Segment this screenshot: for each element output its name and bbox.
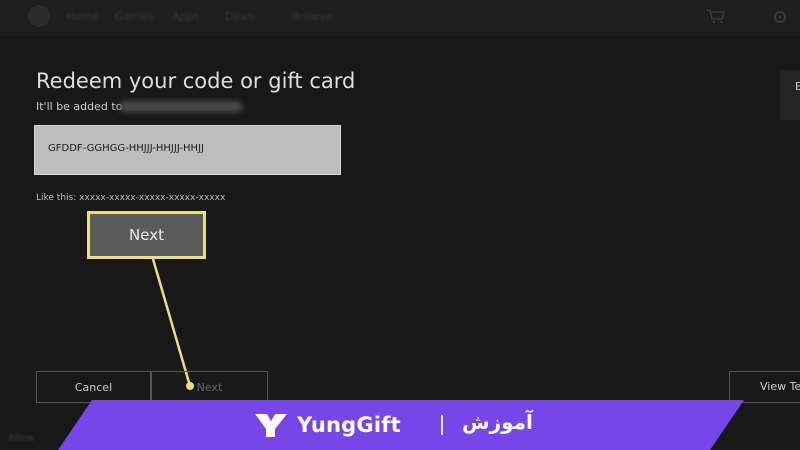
settings-icon[interactable] bbox=[770, 8, 790, 26]
nav-item-apps[interactable]: Apps bbox=[172, 10, 199, 23]
cart-icon[interactable] bbox=[706, 8, 726, 24]
top-nav-bar: Home Games Apps Deals Browse bbox=[0, 0, 800, 36]
controller-hint: Allow bbox=[8, 433, 35, 444]
banner-label: آموزش bbox=[462, 410, 533, 434]
nav-item-games[interactable]: Games bbox=[115, 10, 153, 23]
xbox-logo-icon[interactable] bbox=[28, 5, 50, 27]
next-button-highlighted[interactable]: Next bbox=[87, 211, 206, 259]
banner-divider bbox=[441, 415, 443, 435]
yunggift-banner bbox=[58, 400, 744, 450]
view-terms-button[interactable]: View Ter bbox=[729, 371, 800, 403]
code-input[interactable] bbox=[48, 143, 328, 154]
code-format-hint: Like this: xxxxx-xxxxx-xxxxx-xxxxx-xxxxx bbox=[36, 193, 226, 203]
brand-name: YungGift bbox=[297, 413, 401, 437]
cancel-button[interactable]: Cancel bbox=[36, 371, 151, 403]
blurred-account-name bbox=[120, 101, 242, 112]
side-panel-text: E bbox=[795, 80, 800, 93]
side-panel-edge bbox=[780, 70, 800, 120]
nav-item-home[interactable]: Home bbox=[66, 10, 98, 23]
nav-item-deals[interactable]: Deals bbox=[225, 10, 256, 23]
brand: YungGift bbox=[253, 408, 401, 442]
page-title: Redeem your code or gift card bbox=[36, 69, 356, 93]
code-input-box[interactable] bbox=[34, 125, 341, 175]
yunggift-logo-icon bbox=[255, 414, 287, 437]
next-button[interactable]: Next bbox=[151, 371, 268, 403]
account-subtitle: It'll be added to bbox=[36, 100, 123, 113]
nav-item-browse[interactable]: Browse bbox=[292, 10, 332, 23]
